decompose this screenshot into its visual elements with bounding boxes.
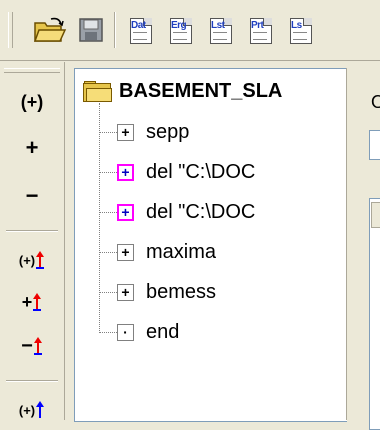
erg-doc-icon[interactable]: Erg: [164, 14, 198, 46]
tree-node[interactable]: + del "C:\DOC: [99, 195, 255, 229]
ls-label: Ls: [291, 20, 302, 31]
tree-node-label: end: [146, 320, 180, 343]
expand-all-button[interactable]: (+): [12, 84, 52, 120]
save-icon[interactable]: [74, 14, 108, 46]
expand-all-up-label: (+): [18, 252, 36, 268]
tree-view[interactable]: BASEMENT_SLA + sepp + del "C:\DOC + del …: [74, 68, 347, 422]
expand-node-button[interactable]: +: [117, 163, 134, 181]
collapse-button[interactable]: −: [12, 178, 52, 214]
expand-label: +: [25, 135, 39, 160]
expand-button[interactable]: +: [12, 130, 52, 166]
tree-branch-line: [99, 211, 117, 213]
tree-node[interactable]: + del "C:\DOC: [99, 155, 255, 189]
dat-doc-icon[interactable]: Dat: [124, 14, 158, 46]
expand-all-up-button[interactable]: (+): [12, 242, 52, 278]
tree-node[interactable]: + maxima: [99, 235, 216, 269]
tree-branch-line: [99, 291, 117, 293]
expand-node-button[interactable]: +: [117, 123, 134, 141]
properties-panel: O: [346, 68, 380, 430]
lst-label: Lst: [211, 20, 225, 31]
tree-node[interactable]: + bemess: [99, 275, 216, 309]
add-up-label: +: [21, 291, 33, 312]
properties-list[interactable]: [369, 198, 380, 430]
tree-node-label: del "C:\DOC: [146, 160, 256, 183]
main-toolbar: Dat Erg Lst Prt Ls: [0, 0, 380, 61]
remove-up-button[interactable]: −: [12, 328, 52, 364]
collapse-label: −: [25, 183, 39, 208]
remove-up-label: −: [21, 334, 33, 357]
tree-branch-line: [99, 171, 117, 173]
tree-toolbar-separator: [6, 380, 58, 382]
dat-label: Dat: [131, 20, 146, 31]
leaf-node-marker: ·: [117, 323, 134, 341]
expand-all-up-button-2[interactable]: (+): [12, 392, 52, 428]
expand-all-up-label-2: (+): [18, 402, 36, 418]
up-arrow-icon: [33, 337, 42, 355]
tree-root-label: BASEMENT_SLA: [119, 79, 283, 102]
prt-doc-icon[interactable]: Prt: [244, 14, 278, 46]
toolbar-grip[interactable]: [8, 12, 13, 48]
up-arrow-icon: [36, 401, 45, 418]
tree-node-label: sepp: [146, 120, 190, 143]
expand-node-button[interactable]: +: [117, 203, 134, 221]
expand-node-button[interactable]: +: [117, 243, 134, 261]
properties-label: O: [371, 92, 380, 112]
tree-root-item[interactable]: BASEMENT_SLA: [83, 77, 282, 105]
folder-icon: [83, 81, 112, 102]
tree-branch-line: [99, 131, 117, 133]
tree-branch-line: [99, 331, 117, 333]
properties-input[interactable]: [369, 130, 380, 160]
tree-toolbar-separator: [6, 230, 58, 232]
erg-label: Erg: [171, 20, 187, 31]
add-up-button[interactable]: +: [12, 284, 52, 320]
lst-doc-icon[interactable]: Lst: [204, 14, 238, 46]
prt-label: Prt: [251, 20, 264, 31]
expand-all-label: (+): [20, 91, 44, 112]
properties-list-item[interactable]: [371, 202, 380, 228]
tree-node-label: maxima: [146, 240, 217, 263]
tree-node[interactable]: · end: [99, 315, 179, 349]
tree-branch-line: [99, 251, 117, 253]
tree-node-label: bemess: [146, 280, 217, 303]
tree-node[interactable]: + sepp: [99, 115, 189, 149]
ls-doc-icon[interactable]: Ls: [284, 14, 318, 46]
expand-node-button[interactable]: +: [117, 283, 134, 301]
up-arrow-icon: [33, 293, 42, 311]
tree-toolbar: (+) + − (+) + − (+): [0, 62, 65, 420]
up-arrow-icon: [36, 251, 45, 269]
tree-node-label: del "C:\DOC: [146, 200, 256, 223]
open-folder-icon[interactable]: [30, 14, 70, 46]
tree-toolbar-grip[interactable]: [4, 68, 60, 73]
toolbar-separator: [114, 12, 116, 48]
